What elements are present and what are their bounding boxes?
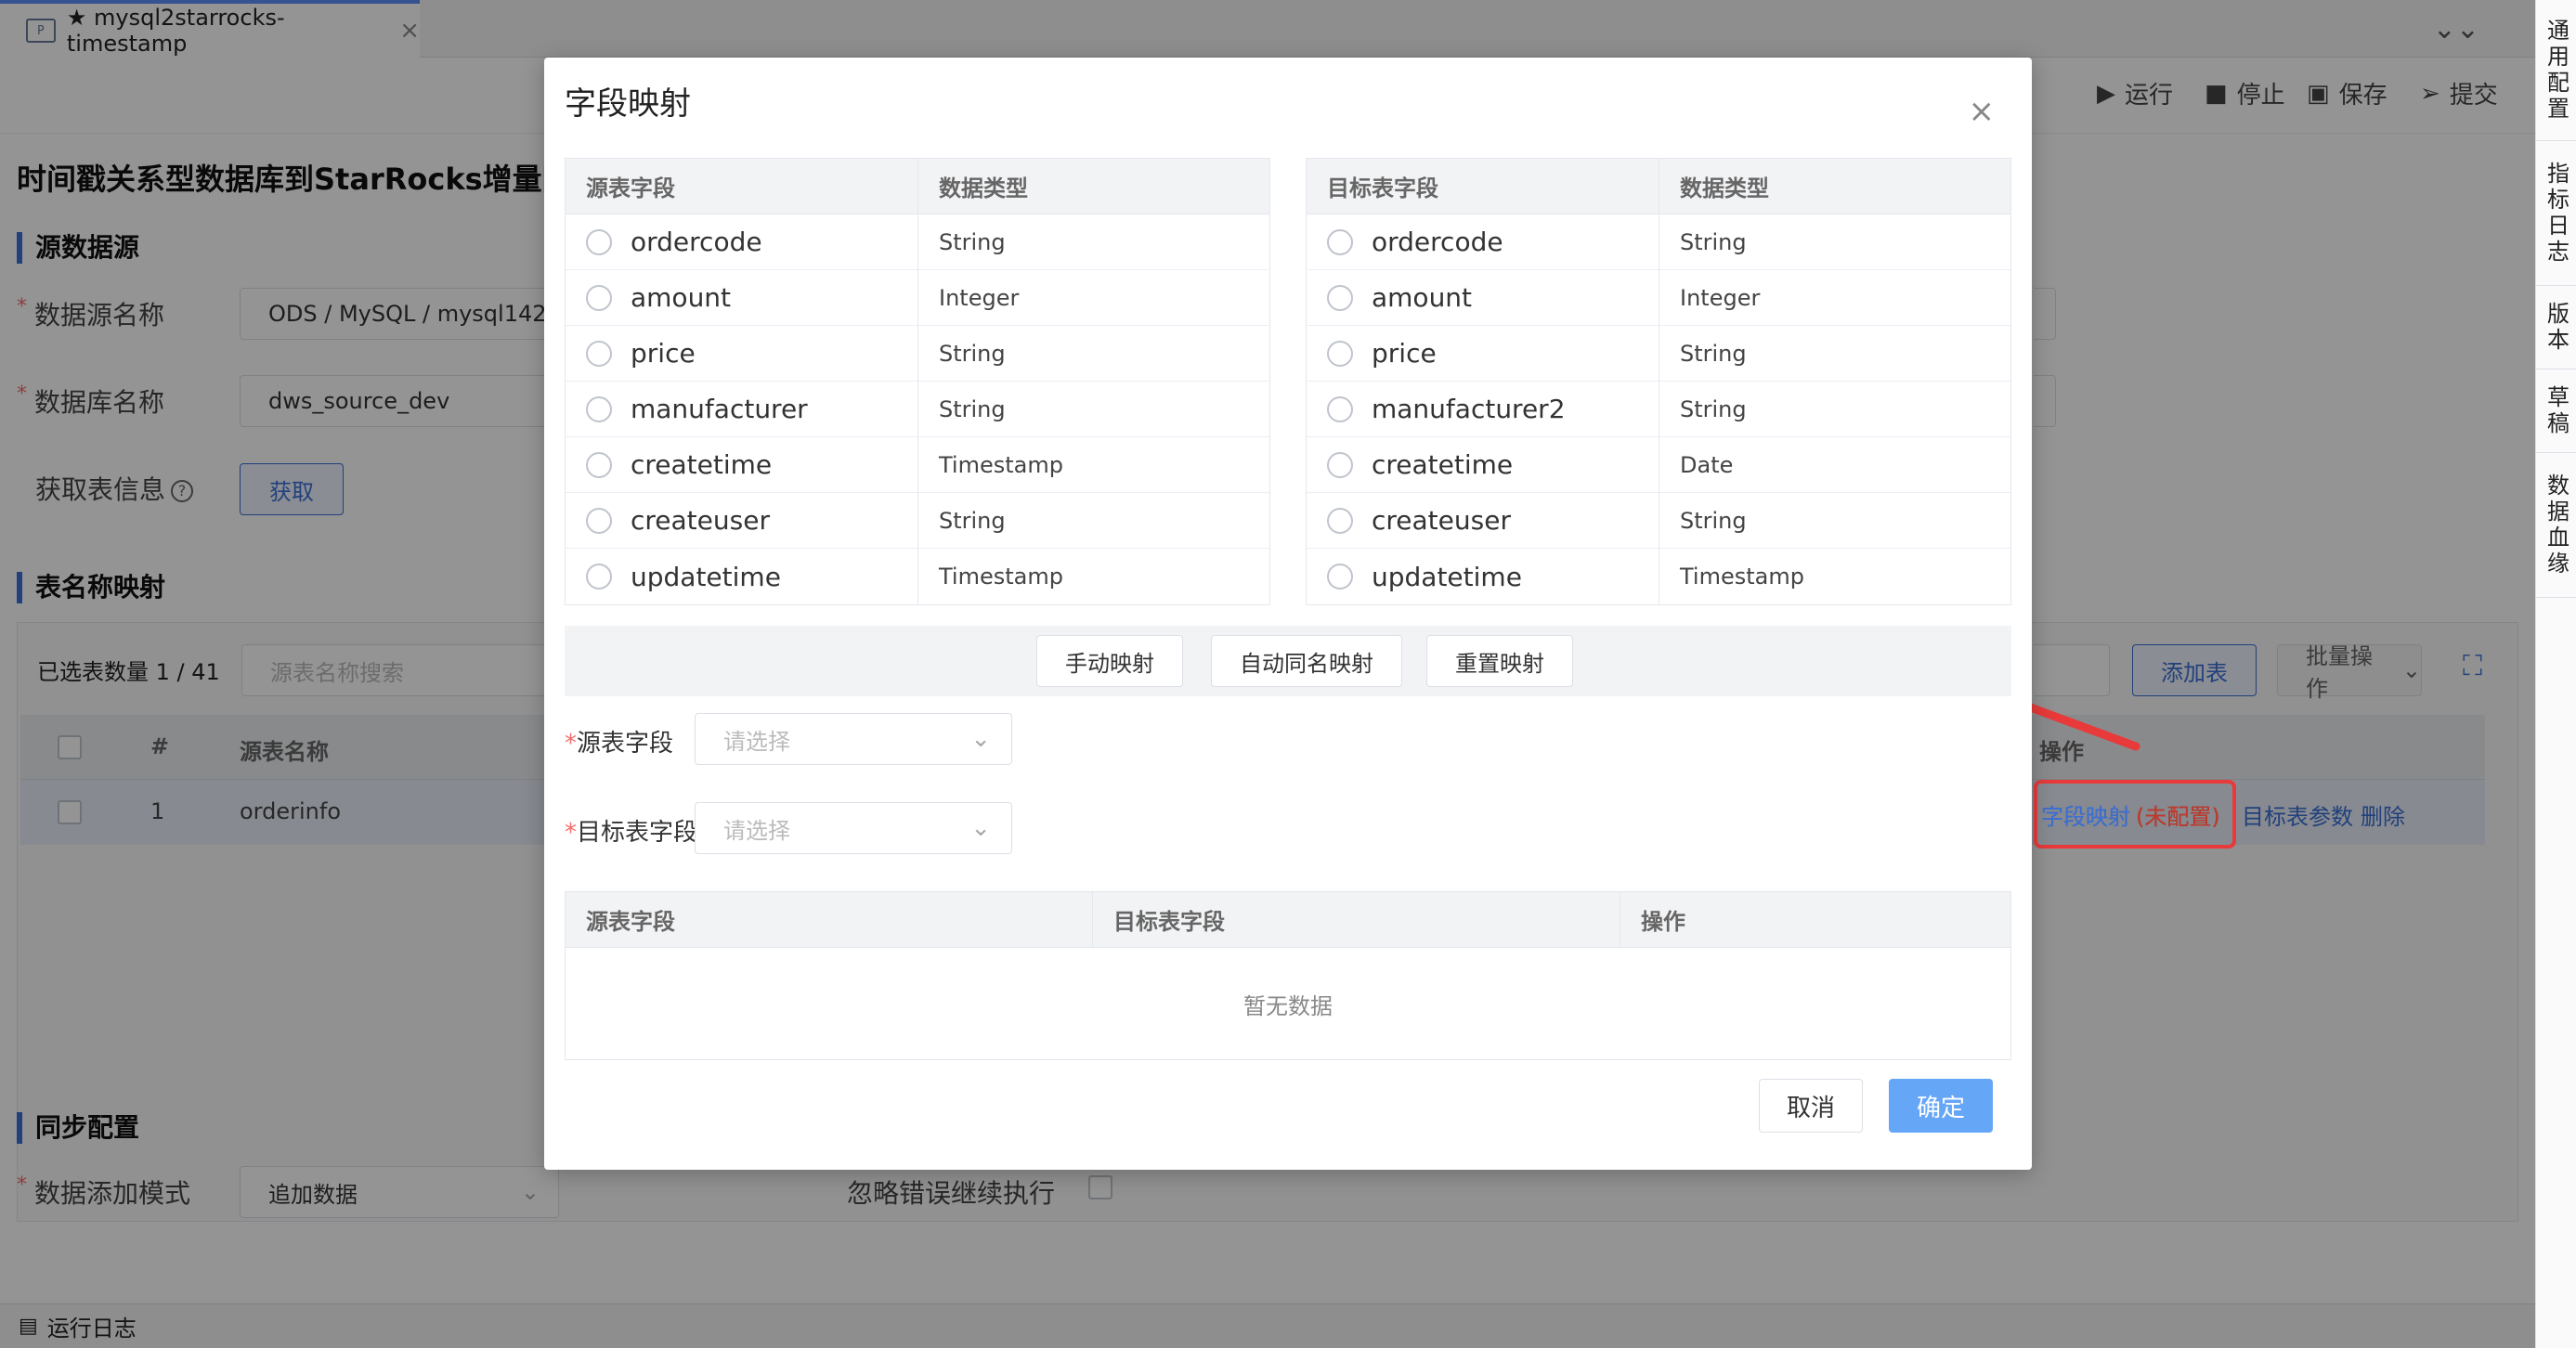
table-row[interactable]: createtime Date: [1307, 437, 2010, 493]
mapping-table-header: 源表字段 目标表字段 操作: [566, 892, 2010, 948]
side-tab-data-lineage[interactable]: 数据血缘: [2536, 453, 2576, 598]
table-row[interactable]: manufacturer2 String: [1307, 382, 2010, 437]
close-icon[interactable]: ×: [1969, 93, 1996, 130]
radio-button[interactable]: [1327, 564, 1353, 590]
table-row[interactable]: manufacturer String: [566, 382, 1269, 437]
header-source-type: 数据类型: [939, 175, 1028, 201]
target-field-table: 目标表字段 数据类型 ordercode String amount Integer…: [1306, 158, 2011, 605]
mapping-result-table: 源表字段 目标表字段 操作 暂无数据: [565, 891, 2011, 1060]
side-tab-draft[interactable]: 草稿: [2536, 369, 2576, 453]
header-mapped-target: 目标表字段: [1093, 892, 1620, 947]
source-field-label: *源表字段: [565, 730, 674, 758]
table-row[interactable]: updatetime Timestamp: [1307, 549, 2010, 604]
source-table-header: 源表字段 数据类型: [566, 159, 1269, 214]
radio-button[interactable]: [1327, 395, 1353, 422]
target-field-label: *目标表字段: [565, 819, 698, 847]
source-field-table: 源表字段 数据类型 ordercode String amount Integer …: [565, 158, 1270, 605]
header-source-field: 源表字段: [566, 159, 918, 214]
header-mapped-ops: 操作: [1641, 909, 1685, 935]
radio-button[interactable]: [586, 507, 612, 534]
table-row[interactable]: price String: [1307, 326, 2010, 382]
side-tab-general-config[interactable]: 通用配置: [2536, 0, 2576, 141]
table-row[interactable]: amount Integer: [1307, 270, 2010, 326]
table-row[interactable]: amount Integer: [566, 270, 1269, 326]
radio-button[interactable]: [1327, 507, 1353, 534]
target-table-header: 目标表字段 数据类型: [1307, 159, 2010, 214]
auto-mapping-button[interactable]: 自动同名映射: [1211, 635, 1402, 687]
radio-button[interactable]: [586, 228, 612, 255]
radio-button[interactable]: [1327, 284, 1353, 311]
table-row[interactable]: updatetime Timestamp: [566, 549, 1269, 604]
confirm-button[interactable]: 确定: [1889, 1079, 1993, 1133]
cancel-button[interactable]: 取消: [1759, 1079, 1863, 1133]
table-row[interactable]: createuser String: [566, 493, 1269, 549]
target-field-select[interactable]: 请选择 ⌄: [695, 802, 1012, 854]
table-row[interactable]: price String: [566, 326, 1269, 382]
table-row[interactable]: createuser String: [1307, 493, 2010, 549]
radio-button[interactable]: [1327, 228, 1353, 255]
side-tab-metrics-log[interactable]: 指标日志: [2536, 141, 2576, 286]
field-mapping-link-highlighted[interactable]: 字段映射 (未配置): [2041, 798, 2220, 831]
header-mapped-source: 源表字段: [566, 892, 1093, 947]
mapping-action-bar: 手动映射 自动同名映射 重置映射: [565, 626, 2011, 696]
table-row[interactable]: ordercode String: [566, 214, 1269, 270]
side-panel: 通用配置 指标日志 版本 草稿 数据血缘: [2535, 0, 2576, 1348]
side-tab-version[interactable]: 版本: [2536, 286, 2576, 369]
dialog-title: 字段映射: [565, 85, 691, 123]
radio-button[interactable]: [586, 564, 612, 590]
header-target-type: 数据类型: [1680, 175, 1769, 201]
radio-button[interactable]: [1327, 340, 1353, 367]
reset-mapping-button[interactable]: 重置映射: [1426, 635, 1573, 687]
radio-button[interactable]: [586, 451, 612, 478]
source-field-select[interactable]: 请选择 ⌄: [695, 713, 1012, 765]
header-target-field: 目标表字段: [1307, 159, 1659, 214]
manual-mapping-button[interactable]: 手动映射: [1036, 635, 1183, 687]
chevron-down-icon: ⌄: [970, 814, 991, 842]
radio-button[interactable]: [1327, 451, 1353, 478]
chevron-down-icon: ⌄: [970, 725, 991, 753]
table-row[interactable]: createtime Timestamp: [566, 437, 1269, 493]
radio-button[interactable]: [586, 284, 612, 311]
radio-button[interactable]: [586, 395, 612, 422]
empty-state: 暂无数据: [1243, 992, 1333, 1019]
table-row[interactable]: ordercode String: [1307, 214, 2010, 270]
field-mapping-dialog: 字段映射 × 源表字段 数据类型 ordercode String amount I…: [544, 58, 2032, 1170]
radio-button[interactable]: [586, 340, 612, 367]
